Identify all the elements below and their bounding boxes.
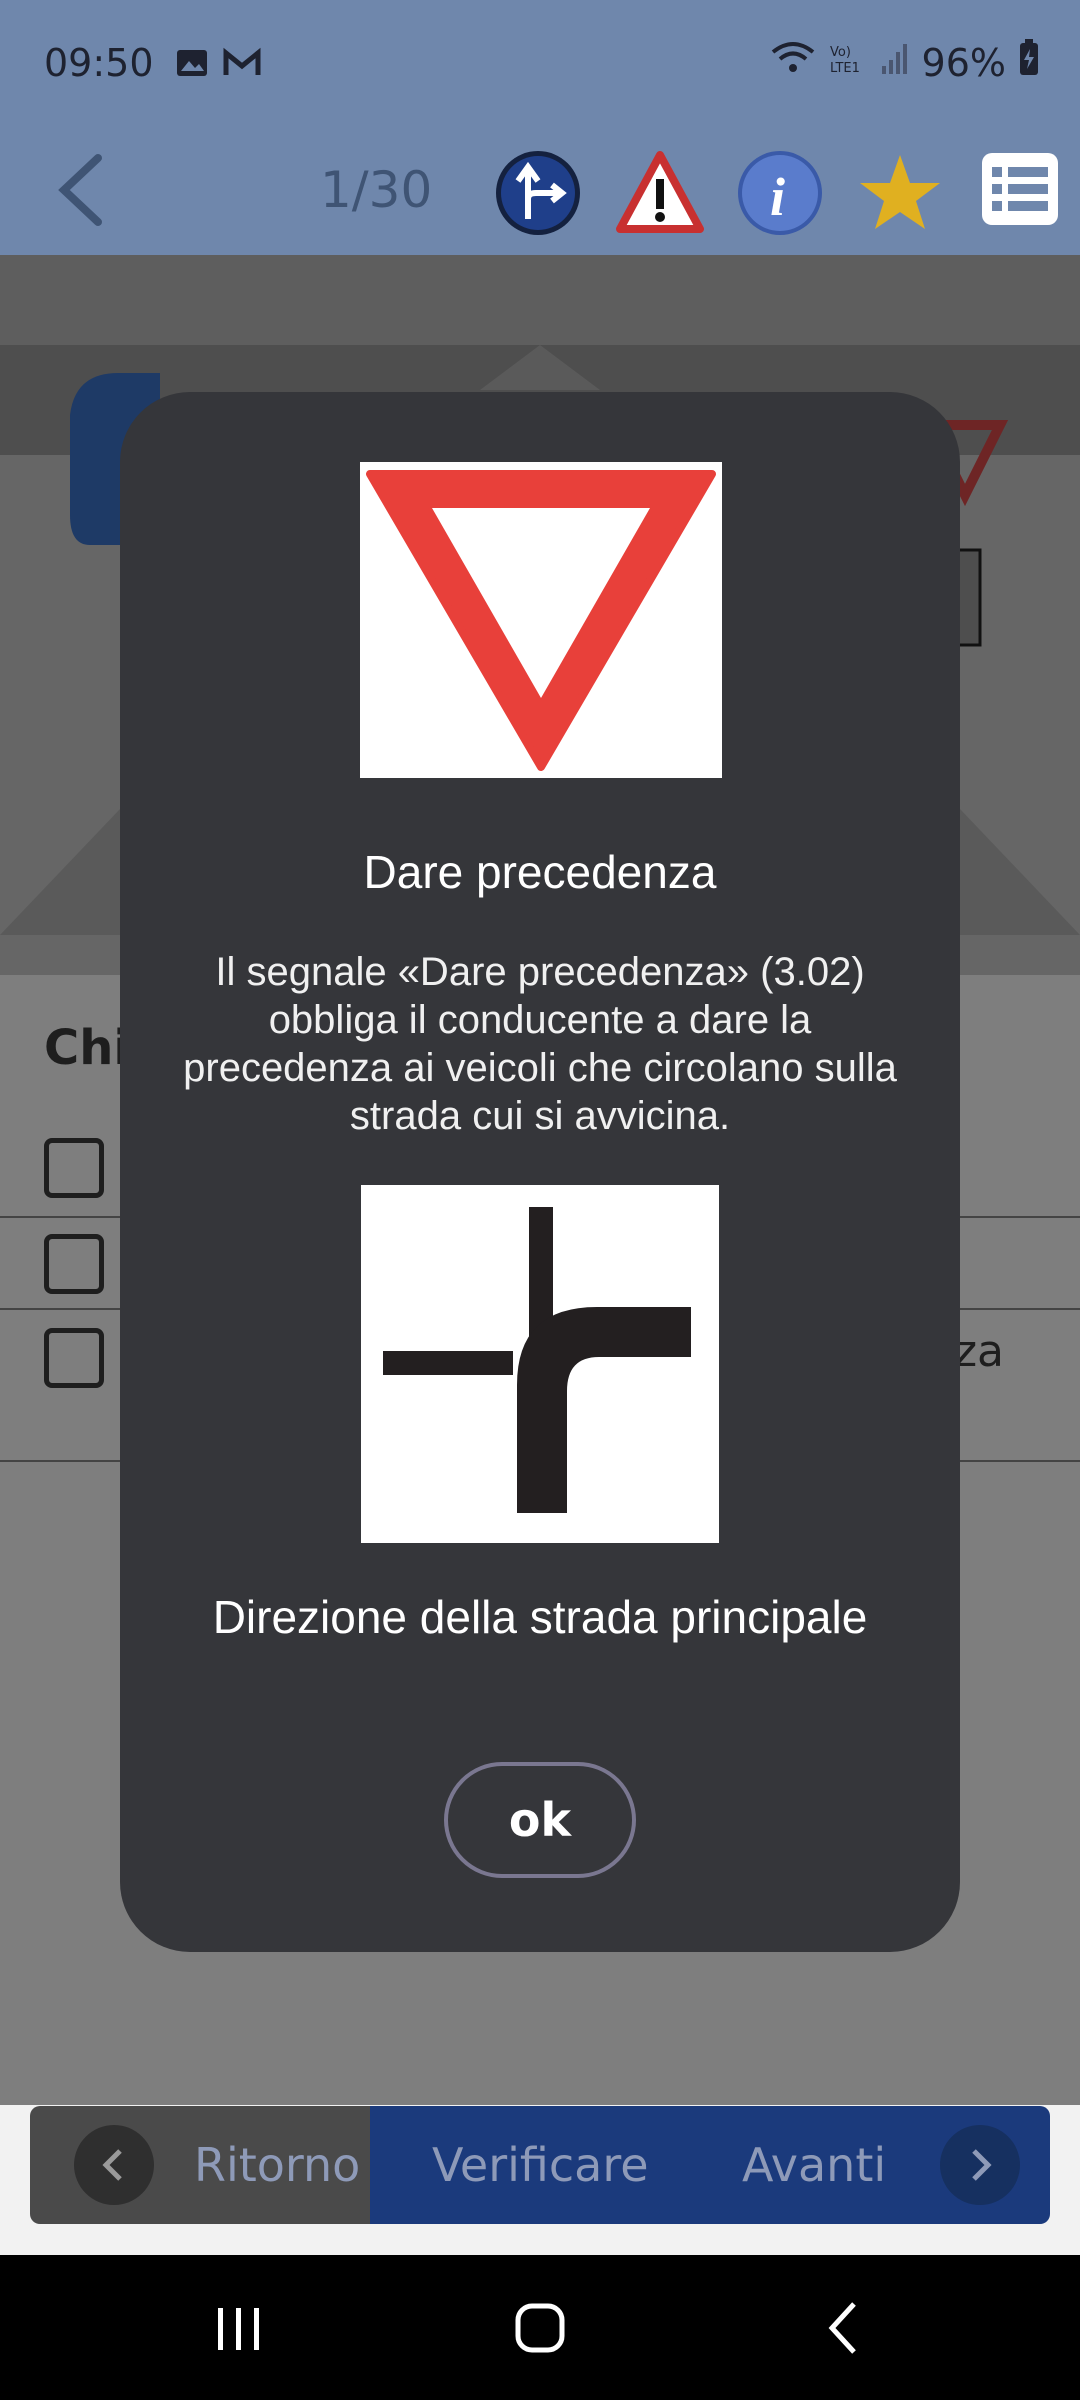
sign1-title: Dare precedenza	[363, 846, 717, 898]
main-road-direction-icon	[383, 1207, 691, 1513]
status-bar: 09:50 Vo) LTE1 96%	[0, 0, 1080, 125]
star-icon	[860, 155, 940, 229]
screen: 09:50 Vo) LTE1 96% 1/30 i Chi za Ritorno…	[0, 0, 1080, 2400]
status-time: 09:50	[44, 40, 154, 85]
signal-icon	[880, 40, 910, 85]
info-icon: i	[738, 151, 822, 235]
sign2-title: Direzione della strada principale	[212, 1591, 868, 1643]
system-back-icon	[828, 2301, 856, 2354]
toolbar: 1/30 i	[0, 125, 1080, 255]
wifi-icon	[770, 40, 816, 85]
answer-checkbox-2[interactable]	[44, 1234, 104, 1294]
status-right: Vo) LTE1 96%	[770, 0, 1040, 125]
svg-text:i: i	[770, 167, 785, 227]
favorite-button[interactable]	[856, 149, 944, 237]
question-title: Chi	[44, 1020, 130, 1076]
question-counter: 1/30	[320, 161, 433, 219]
image-icon	[174, 45, 210, 81]
nav-right-section: Verificare Avanti	[370, 2106, 1050, 2224]
next-nav-label[interactable]: Avanti	[742, 2106, 886, 2224]
system-nav-bar	[0, 2255, 1080, 2400]
battery-text: 96%	[921, 40, 1006, 85]
warning-sign-button[interactable]	[616, 149, 704, 237]
ok-button[interactable]: ok	[444, 1762, 636, 1878]
chevron-left-icon	[74, 2125, 154, 2205]
svg-text:LTE1: LTE1	[830, 61, 860, 76]
check-button[interactable]: Verificare	[432, 2106, 649, 2224]
sign1-description: Il segnale «Dare precedenza» (3.02) obbl…	[183, 950, 897, 1138]
yield-sign-icon	[366, 470, 716, 771]
main-road-direction-image	[361, 1185, 719, 1543]
back-nav-button[interactable]: Ritorno	[30, 2106, 370, 2224]
direction-sign-icon	[496, 151, 580, 235]
list-button[interactable]	[980, 149, 1068, 237]
back-nav-label: Ritorno	[194, 2138, 361, 2192]
back-icon	[58, 154, 102, 226]
answer-checkbox-3[interactable]	[44, 1328, 104, 1388]
sign-info-dialog: Dare precedenza Il segnale «Dare precede…	[120, 392, 960, 1952]
warning-sign-icon	[616, 151, 704, 233]
recent-apps-button[interactable]	[178, 2255, 298, 2400]
battery-icon	[1018, 39, 1040, 86]
home-button[interactable]	[480, 2255, 600, 2400]
recent-apps-icon	[218, 2307, 259, 2350]
bottom-navigation: Ritorno Verificare Avanti	[30, 2106, 1050, 2224]
chevron-right-icon[interactable]	[940, 2125, 1020, 2205]
info-button[interactable]: i	[736, 149, 824, 237]
answer-checkbox-1[interactable]	[44, 1138, 104, 1198]
back-button[interactable]	[50, 125, 120, 255]
home-icon	[515, 2303, 565, 2352]
gmail-icon	[222, 45, 261, 81]
list-icon	[982, 153, 1058, 225]
yield-sign-image	[360, 462, 722, 778]
direction-sign-button[interactable]	[494, 149, 582, 237]
svg-text:Vo): Vo)	[830, 45, 851, 60]
volte-icon: Vo) LTE1	[828, 40, 868, 85]
system-back-button[interactable]	[784, 2255, 904, 2400]
answer-text-3: za	[953, 1326, 1004, 1377]
